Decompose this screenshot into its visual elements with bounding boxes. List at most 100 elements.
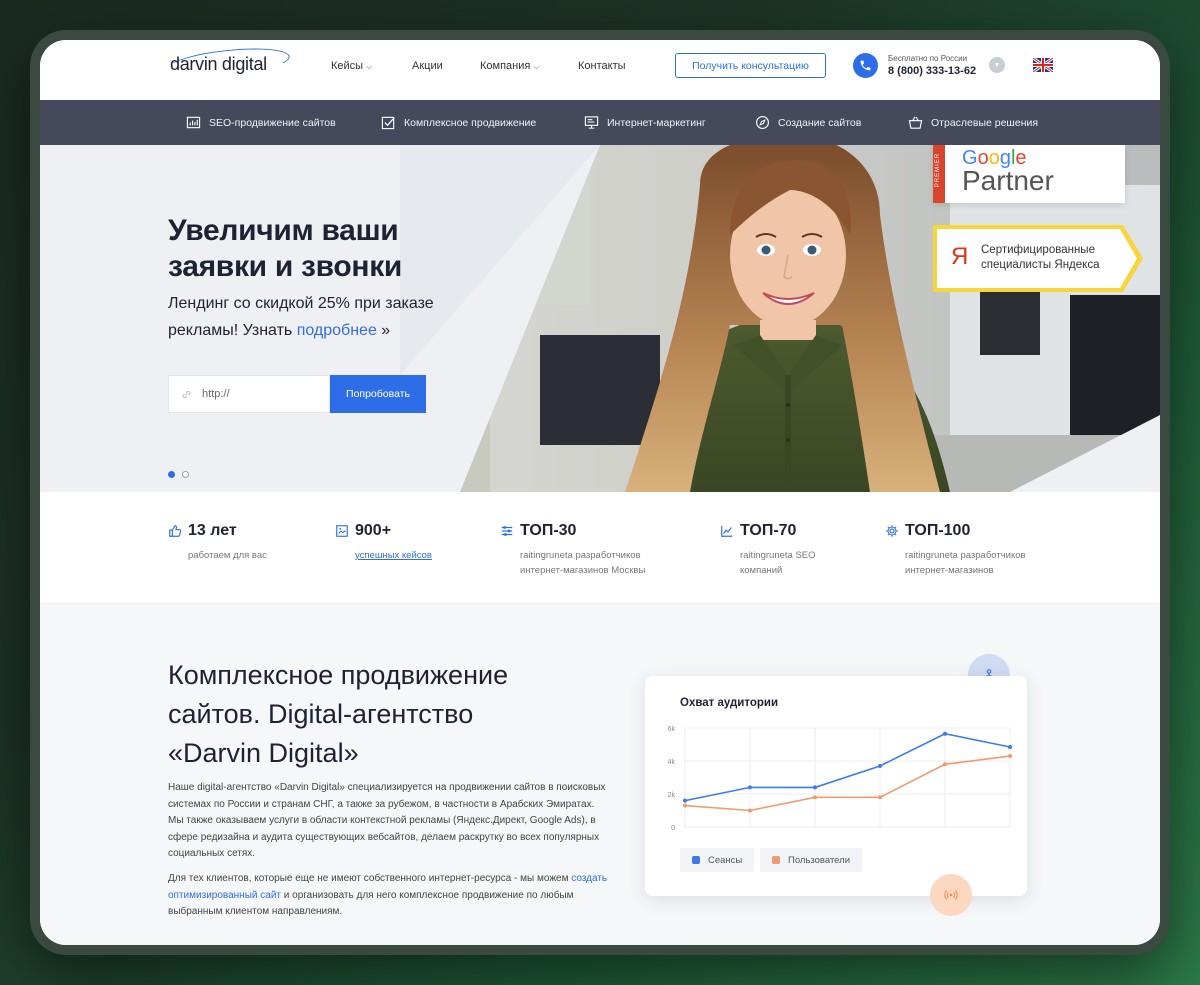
- hero-banner: Увеличим ваши заявки и звонки Лендинг со…: [40, 145, 1160, 492]
- service-label: Интернет-маркетинг: [607, 116, 706, 129]
- y-tick-label: 4k: [668, 759, 676, 766]
- series-point-0[interactable]: [748, 785, 752, 790]
- audience-chart-card: Охват аудитории 0 2k 4k 6k Сеансы Пользоват…: [645, 676, 1027, 896]
- stat-description: raitingruneta SEO компаний: [740, 548, 816, 578]
- service-web-dev[interactable]: Создание сайтов: [755, 115, 861, 130]
- service-label: SEO-продвижение сайтов: [209, 116, 336, 129]
- hero-corner-shape: [1010, 415, 1160, 492]
- stat-description-line: интернет-магазинов Москвы: [520, 565, 646, 576]
- about-title-line: «Darvin Digital»: [168, 738, 359, 768]
- series-line-0: [684, 732, 1011, 802]
- phone-caption: Бесплатно по России: [888, 54, 968, 63]
- stat-top30: ТОП-30 raitingruneta разработчиков интер…: [500, 522, 645, 578]
- line-chart-icon: [721, 525, 733, 537]
- checkbox-icon: [381, 116, 395, 130]
- nav-item-promotions[interactable]: Акции: [412, 60, 443, 72]
- google-partner-label: Partner: [962, 165, 1054, 196]
- stat-value: 900+: [355, 522, 392, 539]
- service-marketing[interactable]: Интернет-маркетинг: [584, 115, 706, 130]
- stat-top70: ТОП-70 raitingruneta SEO компаний: [720, 522, 816, 578]
- stat-description-line: raitingruneta разработчиков: [905, 550, 1026, 561]
- legend-sessions[interactable]: Сеансы: [680, 848, 755, 872]
- phone-icon[interactable]: [853, 53, 878, 78]
- premier-ribbon: PREMIER: [933, 145, 945, 203]
- stats-bar: 13 лет работаем для вас 900+ успешных ке…: [40, 492, 1160, 604]
- link-icon: [182, 390, 191, 398]
- series-point-1[interactable]: [748, 808, 752, 813]
- chevron-down-icon: ⌵: [366, 62, 373, 71]
- nav-item-cases[interactable]: Кейсы ⌵: [331, 60, 372, 72]
- get-consultation-button[interactable]: Получить консультацию: [675, 53, 826, 78]
- stat-value: ТОП-70: [740, 522, 797, 539]
- y-tick-label: 6k: [668, 726, 676, 733]
- successful-cases-link[interactable]: успешных кейсов: [355, 548, 432, 563]
- series-point-0[interactable]: [878, 763, 882, 768]
- stat-description-line: raitingruneta разработчиков: [520, 550, 641, 561]
- compass-icon: [756, 116, 769, 129]
- series-line-1: [684, 755, 1011, 812]
- chart-icon: [186, 116, 201, 129]
- series-point-1[interactable]: [813, 795, 817, 800]
- google-partner-badge: PREMIER Google Partner: [933, 145, 1125, 203]
- image-icon: [336, 525, 348, 537]
- service-seo[interactable]: SEO-продвижение сайтов: [186, 115, 336, 130]
- yandex-badge-line: специалисты Яндекса: [981, 259, 1100, 271]
- nav-item-label: Компания: [480, 60, 531, 72]
- about-paragraph: Наше digital-агентство «Darvin Digital» …: [168, 782, 606, 859]
- audience-line-chart: 0 2k 4k 6k: [668, 726, 1012, 832]
- stat-cases: 900+ успешных кейсов: [335, 522, 432, 563]
- series-point-1[interactable]: [943, 762, 947, 767]
- basket-icon: [908, 116, 923, 129]
- hero-subtitle-arrow: »: [376, 322, 391, 339]
- hero-details-link[interactable]: подробнее: [297, 322, 377, 339]
- presentation-icon: [584, 116, 599, 129]
- series-point-0[interactable]: [1008, 744, 1012, 749]
- yandex-badge-line: Сертифицированные: [981, 244, 1095, 256]
- hero-subtitle: Лендинг со скидкой 25% при заказе реклам…: [168, 290, 488, 344]
- site-header: darvin digital Кейсы ⌵ Акции Компания ⌵ Ко…: [40, 40, 1160, 100]
- legend-users[interactable]: Пользователи: [760, 848, 863, 872]
- series-point-0[interactable]: [813, 785, 817, 790]
- stat-description-line: интернет-магазинов: [905, 565, 994, 576]
- stat-description: raitingruneta разработчиков интернет-маг…: [905, 548, 1026, 578]
- about-section: Комплексное продвижение сайтов. Digital-…: [40, 604, 1160, 945]
- chevron-down-icon: ⌵: [533, 62, 540, 71]
- nav-item-contacts[interactable]: Контакты: [578, 60, 626, 72]
- series-point-0[interactable]: [943, 731, 947, 736]
- hero-title: Увеличим ваши заявки и звонки: [168, 213, 402, 285]
- service-complex[interactable]: Комплексное продвижение: [381, 115, 536, 130]
- try-button[interactable]: Попробовать: [330, 375, 426, 413]
- uk-flag-icon[interactable]: [1033, 58, 1053, 72]
- phone-number[interactable]: 8 (800) 333-13-62: [888, 65, 976, 77]
- service-label: Отраслевые решения: [931, 116, 1039, 129]
- legend-label: Пользователи: [788, 854, 851, 866]
- series-point-0[interactable]: [683, 798, 687, 803]
- nav-item-label: Контакты: [578, 60, 626, 72]
- stat-description-line: компаний: [740, 565, 783, 576]
- service-label: Комплексное продвижение: [404, 116, 537, 129]
- site-logo[interactable]: darvin digital: [170, 54, 267, 75]
- nav-item-company[interactable]: Компания ⌵: [480, 60, 539, 72]
- series-point-1[interactable]: [1008, 754, 1012, 759]
- yandex-certified-badge: Я Сертифицированные специалисты Яндекса: [933, 225, 1143, 292]
- services-nav: SEO-продвижение сайтов Комплексное продв…: [40, 100, 1160, 145]
- phone-dropdown-icon[interactable]: ▼: [989, 57, 1005, 73]
- stat-years: 13 лет работаем для вас: [168, 522, 267, 563]
- series-point-1[interactable]: [683, 803, 687, 808]
- slider-dot-active[interactable]: [168, 471, 175, 478]
- stat-value: ТОП-100: [905, 522, 971, 539]
- hero-title-line: Увеличим ваши: [168, 214, 399, 247]
- stat-description-line: успешных кейсов: [355, 550, 432, 561]
- nav-item-label: Кейсы: [331, 60, 364, 72]
- slider-dot[interactable]: [182, 471, 189, 478]
- stat-top100: ТОП-100 raitingruneta разработчиков инте…: [885, 522, 1026, 578]
- series-point-1[interactable]: [878, 795, 882, 800]
- legend-swatch: [772, 856, 780, 864]
- stat-description: работаем для вас: [188, 548, 267, 563]
- service-industry[interactable]: Отраслевые решения: [908, 115, 1038, 130]
- service-label: Создание сайтов: [778, 116, 862, 129]
- website-url-input[interactable]: http://: [168, 375, 330, 413]
- thumbs-up-icon: [169, 525, 182, 537]
- consultant-photo: [625, 145, 950, 492]
- url-placeholder: http://: [202, 388, 230, 400]
